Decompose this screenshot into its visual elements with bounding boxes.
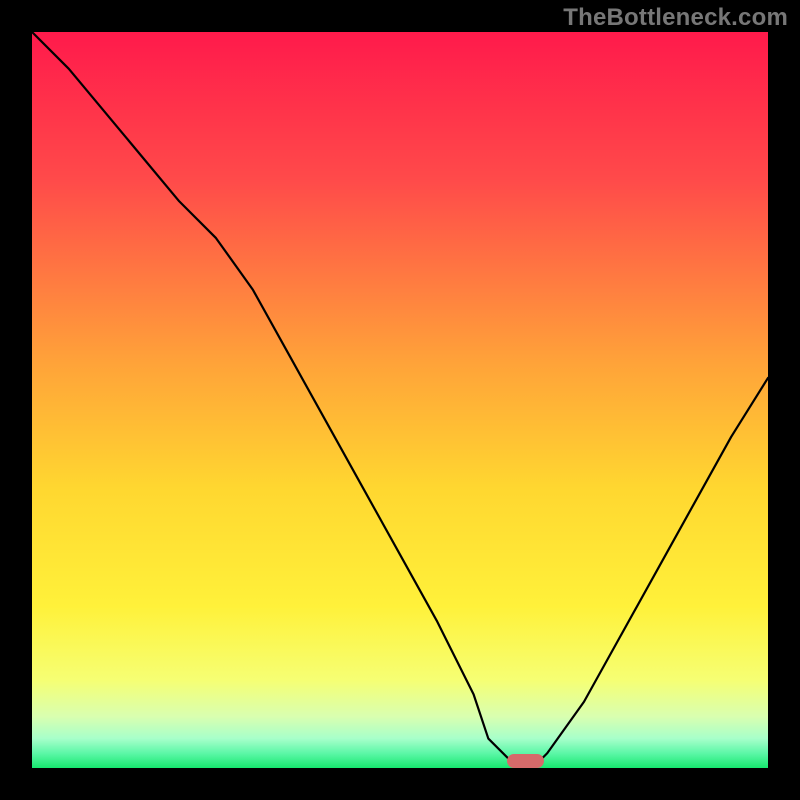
optimum-marker	[507, 754, 544, 768]
plot-area	[32, 32, 768, 768]
watermark-text: TheBottleneck.com	[563, 4, 788, 32]
chart-frame: TheBottleneck.com	[0, 0, 800, 800]
curve-line	[32, 32, 768, 768]
